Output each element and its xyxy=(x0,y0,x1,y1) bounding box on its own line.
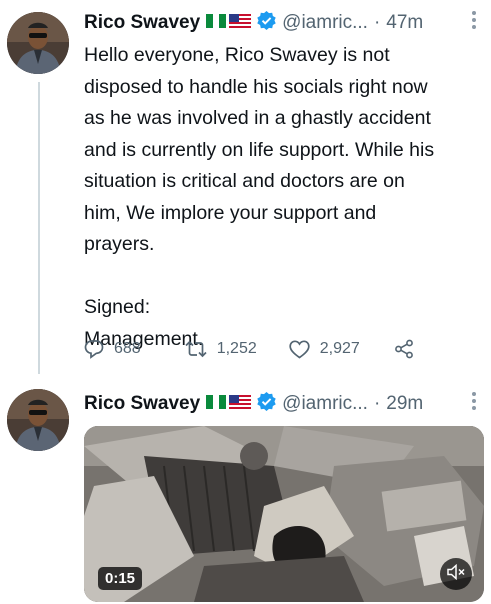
reply-button[interactable]: 688 xyxy=(84,339,141,359)
author-handle[interactable]: @iamric... xyxy=(282,393,368,415)
nigeria-flag-icon xyxy=(206,12,227,34)
verified-badge-icon xyxy=(257,391,276,417)
tweet-timestamp[interactable]: 47m xyxy=(386,12,423,34)
us-flag-icon xyxy=(229,393,252,415)
heart-icon xyxy=(289,339,310,359)
like-button[interactable]: 2,927 xyxy=(289,339,360,359)
video-duration: 0:15 xyxy=(98,567,143,590)
like-count: 2,927 xyxy=(319,340,360,357)
speaker-muted-icon xyxy=(447,563,465,585)
retweet-icon xyxy=(185,339,207,359)
author-name[interactable]: Rico Swavey xyxy=(84,12,200,34)
avatar[interactable] xyxy=(7,12,69,74)
more-options-icon[interactable] xyxy=(471,8,477,32)
reply-icon xyxy=(84,339,104,359)
video-thumbnail xyxy=(84,426,484,602)
mute-button[interactable] xyxy=(440,558,472,590)
share-icon xyxy=(394,339,414,359)
separator-dot: · xyxy=(373,393,381,414)
avatar[interactable] xyxy=(7,389,69,451)
retweet-count: 1,252 xyxy=(216,340,257,357)
reply-count: 688 xyxy=(114,340,141,357)
author-handle[interactable]: @iamric... xyxy=(282,12,368,34)
tweet-timestamp[interactable]: 29m xyxy=(386,393,423,415)
share-button[interactable] xyxy=(394,339,414,359)
tweet-header: Rico Swavey @iamric... · 47m xyxy=(84,10,483,36)
more-options-icon[interactable] xyxy=(471,389,477,413)
author-name[interactable]: Rico Swavey xyxy=(84,393,200,415)
retweet-button[interactable]: 1,252 xyxy=(185,339,257,359)
separator-dot: · xyxy=(373,12,381,33)
thread-connector xyxy=(38,82,40,374)
tweet-actions: 688 1,252 2,927 xyxy=(84,336,414,362)
tweet-text: Hello everyone, Rico Swavey is not dispo… xyxy=(84,44,435,350)
us-flag-icon xyxy=(229,12,252,34)
nigeria-flag-icon xyxy=(206,393,227,415)
verified-badge-icon xyxy=(257,10,276,36)
tweet-header: Rico Swavey @iamric... · 29m xyxy=(84,391,483,417)
video-player[interactable]: 0:15 xyxy=(84,426,484,602)
